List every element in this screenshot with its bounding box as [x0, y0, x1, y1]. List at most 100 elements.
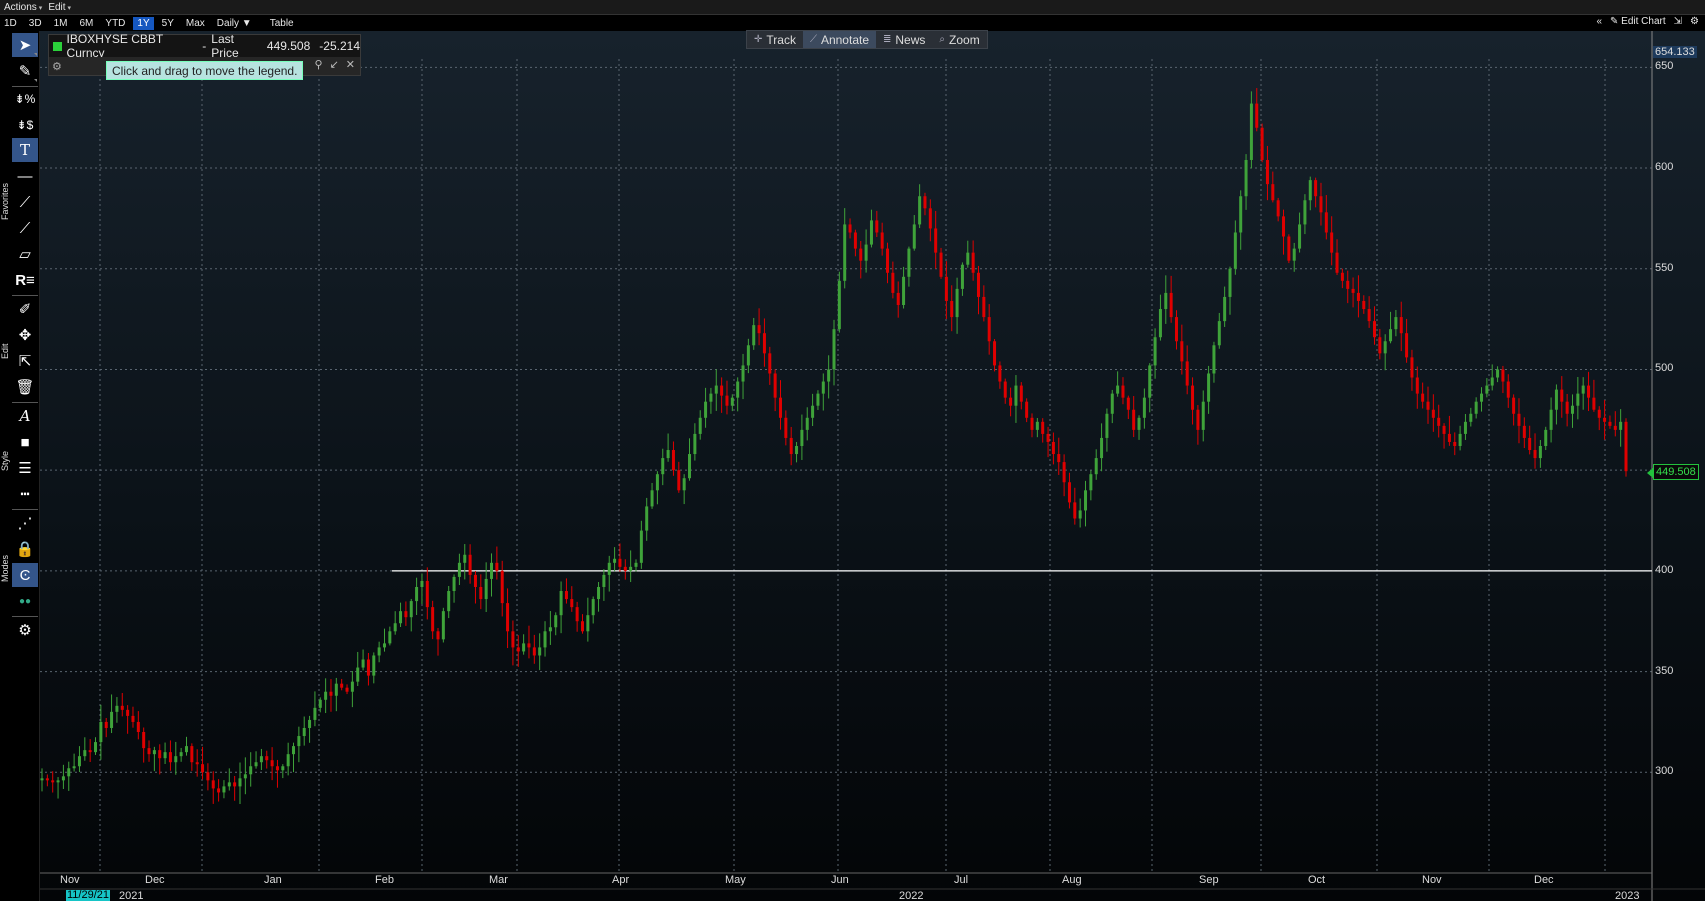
- horizontal-line-icon[interactable]: —: [12, 164, 38, 188]
- price-tick-label: 650: [1655, 60, 1674, 73]
- edit-menu[interactable]: Edit ▾: [48, 2, 71, 13]
- track-button[interactable]: ✛ Track: [747, 31, 803, 48]
- color-palette-icon[interactable]: ●●: [12, 589, 38, 613]
- ray-line-icon[interactable]: ⟋: [12, 216, 38, 240]
- period-5y[interactable]: 5Y: [158, 17, 178, 30]
- candle-body: [1560, 389, 1564, 402]
- zoom-button[interactable]: ⌕ Zoom: [932, 31, 986, 48]
- trend-line-icon[interactable]: ⟋: [12, 190, 38, 214]
- candle-body: [1089, 474, 1093, 491]
- actions-menu[interactable]: Actions ▾: [4, 2, 42, 13]
- period-6m[interactable]: 6M: [76, 17, 98, 30]
- font-icon[interactable]: A: [12, 404, 38, 428]
- candle-body: [1469, 413, 1473, 422]
- candle-body: [532, 647, 536, 656]
- line-weight-icon[interactable]: ☰: [12, 456, 38, 480]
- news-button[interactable]: ≣ News: [876, 31, 932, 48]
- legend-tooltip: Click and drag to move the legend.: [106, 61, 304, 80]
- line-style-icon[interactable]: ┅: [12, 482, 38, 506]
- candle-body: [1506, 381, 1510, 398]
- candle-body: [1592, 397, 1596, 410]
- price-study-icon[interactable]: ⇟$: [12, 113, 38, 137]
- frequency-select[interactable]: Daily ▼: [213, 17, 256, 30]
- candle-body: [217, 788, 221, 793]
- candle-body: [918, 196, 922, 225]
- period-1m[interactable]: 1M: [50, 17, 72, 30]
- legend-close-icon[interactable]: ✕: [346, 58, 355, 71]
- series-swatch[interactable]: [53, 41, 62, 51]
- candle-body: [522, 643, 526, 652]
- table-button[interactable]: Table: [266, 17, 298, 30]
- candle-body: [131, 715, 135, 722]
- candle-body: [1576, 393, 1580, 406]
- candle-body: [1603, 417, 1607, 422]
- dotted-line-icon[interactable]: ⋰: [12, 511, 38, 535]
- candle-body: [1367, 309, 1371, 322]
- chart-mode-toolbar: ✛ Track ⟋ Annotate ≣ News ⌕ Zoom: [746, 30, 988, 49]
- month-tick-label: Jun: [831, 874, 849, 886]
- pencil-icon[interactable]: ✎: [12, 59, 38, 83]
- candle-body: [1265, 159, 1269, 185]
- candle-body: [987, 317, 991, 342]
- export-icon[interactable]: ⇲: [1674, 16, 1682, 27]
- start-date-label[interactable]: 11/29/21: [66, 890, 111, 901]
- trash-icon[interactable]: 🗑: [12, 375, 38, 399]
- percent-study-icon[interactable]: ⇟%: [12, 87, 38, 111]
- legend-pin-icon[interactable]: ⚲: [315, 58, 323, 71]
- candle-body: [730, 397, 734, 406]
- candle-body: [1180, 341, 1184, 362]
- period-3d[interactable]: 3D: [25, 17, 46, 30]
- period-max[interactable]: Max: [182, 17, 209, 30]
- candle-body: [1538, 445, 1542, 459]
- candle-body: [1201, 401, 1205, 430]
- period-1d[interactable]: 1D: [0, 17, 21, 30]
- candle-body: [431, 607, 435, 632]
- candle-body: [259, 756, 263, 763]
- candle-body: [324, 691, 328, 700]
- legend-gear-icon[interactable]: ⚙: [52, 60, 62, 73]
- candle-body: [1613, 425, 1617, 430]
- candle-body: [1271, 184, 1275, 201]
- retracement-icon[interactable]: R≡: [12, 268, 38, 292]
- lock-icon[interactable]: 🔒: [12, 537, 38, 561]
- channel-icon[interactable]: ▱: [12, 242, 38, 266]
- candle-body: [902, 276, 906, 305]
- add-select-icon[interactable]: ⇱: [12, 349, 38, 373]
- month-tick-label: Apr: [612, 874, 630, 886]
- candle-body: [1019, 385, 1023, 402]
- year-label-2022: 2022: [899, 890, 924, 901]
- candle-body: [993, 341, 997, 366]
- move-icon[interactable]: ✥: [12, 323, 38, 347]
- annotate-button[interactable]: ⟋ Annotate: [802, 31, 876, 48]
- candle-body: [768, 353, 772, 374]
- magnet-icon[interactable]: Ͼ: [12, 563, 38, 587]
- candle-body: [1405, 333, 1409, 358]
- brush-icon[interactable]: ✐: [12, 297, 38, 321]
- pointer-icon[interactable]: ➤: [12, 33, 38, 57]
- settings-gear-icon[interactable]: ⚙: [12, 618, 38, 642]
- candle-body: [1458, 433, 1462, 446]
- candle-body: [1025, 401, 1029, 418]
- candle-body: [1035, 421, 1039, 430]
- legend-collapse-icon[interactable]: ↙: [330, 58, 339, 71]
- candle-body: [741, 365, 745, 382]
- color-fill-icon[interactable]: ■: [12, 430, 38, 454]
- chart-area[interactable]: [40, 31, 1705, 901]
- candle-body: [457, 562, 461, 577]
- candle-body: [629, 566, 633, 571]
- candle-body: [334, 683, 338, 696]
- candle-body: [944, 276, 948, 301]
- candle-body: [928, 208, 932, 229]
- candle-body: [1570, 405, 1574, 414]
- edit-chart-button[interactable]: ✎ Edit Chart: [1610, 16, 1666, 27]
- magnifier-icon: ⌕: [939, 34, 946, 45]
- settings-gear-icon[interactable]: ⚙: [1690, 16, 1699, 27]
- candle-body: [1597, 409, 1601, 418]
- collapse-icon[interactable]: «: [1596, 16, 1602, 27]
- period-1y[interactable]: 1Y: [133, 16, 154, 30]
- text-tool-icon[interactable]: T: [12, 138, 38, 162]
- month-tick-label: Jul: [954, 874, 969, 886]
- candle-body: [1287, 236, 1291, 261]
- period-ytd[interactable]: YTD: [101, 17, 129, 30]
- candle-body: [837, 280, 841, 330]
